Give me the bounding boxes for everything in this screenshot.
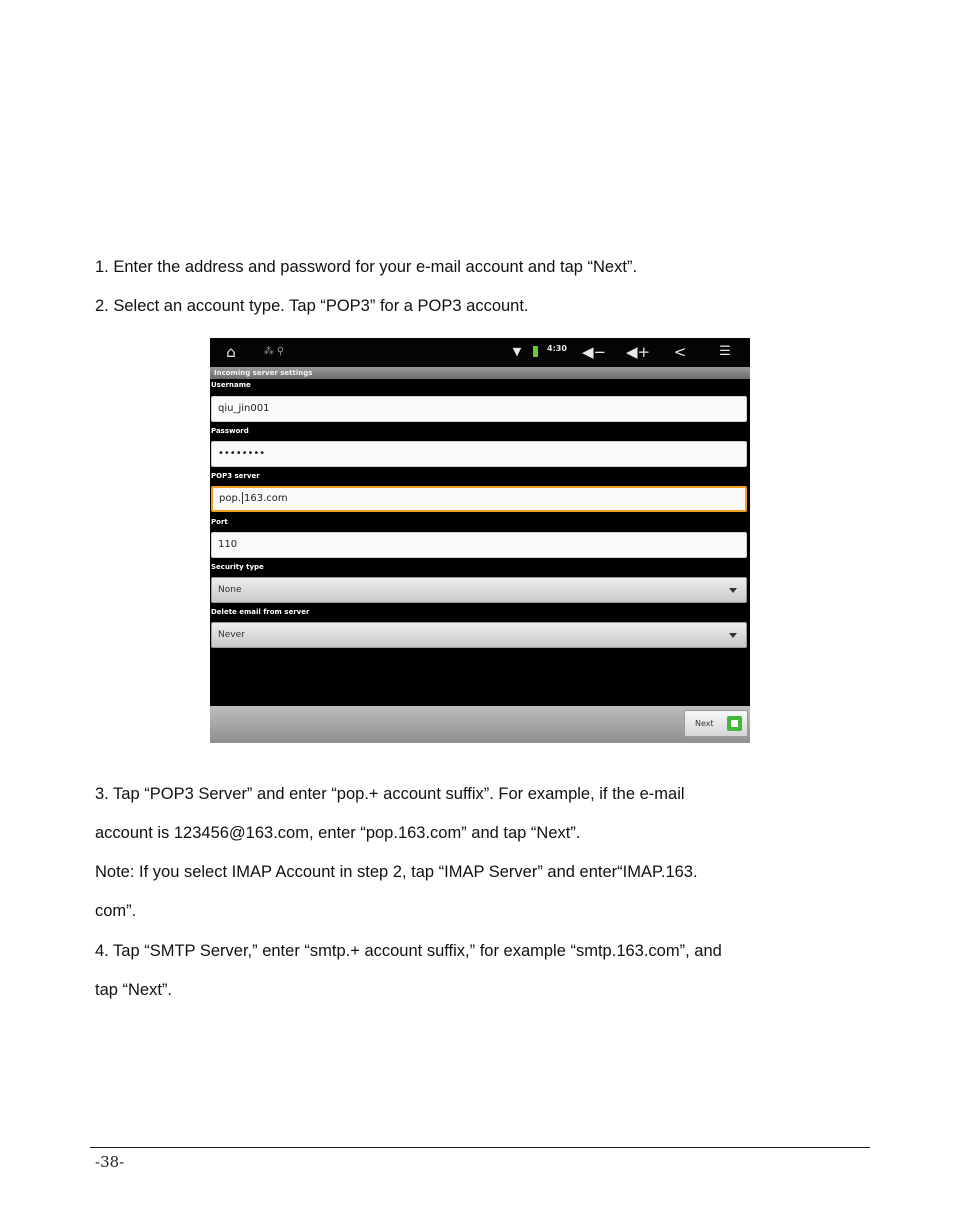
security-type-value: None (218, 585, 242, 595)
battery-icon (533, 346, 538, 357)
volume-up-icon: ◀+ (626, 343, 651, 361)
delete-email-value: Never (218, 630, 245, 640)
footer-divider (90, 1147, 870, 1148)
next-button: Next (684, 710, 748, 737)
step-2-text: 2. Select an account type. Tap “POP3” fo… (95, 297, 529, 315)
password-label: Password (211, 427, 249, 435)
step-4-text-line-2: tap “Next”. (95, 981, 173, 999)
password-field: •••••••• (211, 441, 747, 467)
status-time: 4:30 (547, 344, 567, 353)
pop3-server-field: pop. 163.com (211, 486, 747, 512)
status-bar: ⌂ ⁂ ⚲ ▼ 4:30 ◀− ◀+ < ☰ (210, 338, 750, 366)
username-field: qiu_jin001 (211, 396, 747, 422)
pop3-value-prefix: pop. (219, 493, 241, 504)
bottom-action-bar (210, 706, 750, 743)
pop3-value-suffix: 163.com (244, 493, 288, 504)
pop3-server-label: POP3 server (211, 472, 260, 480)
back-icon: < (673, 343, 687, 361)
page-number: -38- (95, 1153, 125, 1171)
port-label: Port (211, 518, 228, 526)
usb-icon: ⁂ ⚲ (263, 346, 285, 357)
step-4-text-line-1: 4. Tap “SMTP Server,” enter “smtp.+ acco… (95, 942, 722, 960)
security-type-dropdown: None (211, 577, 747, 603)
text-cursor (242, 492, 243, 504)
delete-email-label: Delete email from server (211, 608, 310, 616)
wifi-icon: ▼ (512, 345, 522, 358)
step-1-text: 1. Enter the address and password for yo… (95, 258, 638, 276)
menu-icon: ☰ (719, 344, 731, 359)
home-icon: ⌂ (226, 343, 236, 361)
delete-email-dropdown: Never (211, 622, 747, 648)
next-button-label: Next (695, 719, 714, 728)
settings-header: Incoming server settings (210, 367, 750, 379)
port-field: 110 (211, 532, 747, 558)
username-label: Username (211, 381, 251, 389)
step-3-text-line-1: 3. Tap “POP3 Server” and enter “pop.+ ac… (95, 785, 685, 803)
volume-down-icon: ◀− (582, 343, 607, 361)
dropdown-arrow-icon (729, 588, 737, 593)
security-type-label: Security type (211, 563, 264, 571)
dropdown-arrow-icon (729, 633, 737, 638)
step-3-text-line-2: account is 123456@163.com, enter “pop.16… (95, 824, 581, 842)
incoming-server-settings-screenshot: ⌂ ⁂ ⚲ ▼ 4:30 ◀− ◀+ < ☰ Incoming server s… (210, 338, 750, 743)
next-arrow-icon (727, 716, 742, 731)
note-text-line-2: com”. (95, 902, 137, 920)
note-text-line-1: Note: If you select IMAP Account in step… (95, 863, 698, 881)
